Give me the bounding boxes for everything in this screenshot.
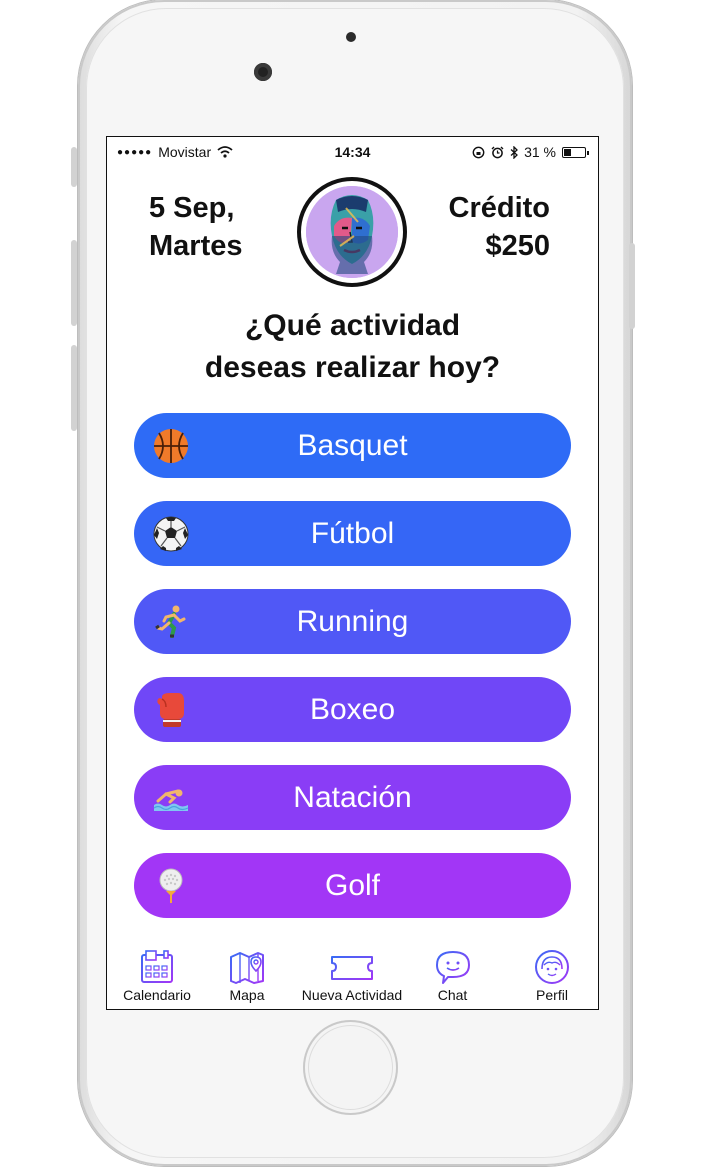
tab-calendario[interactable]: Calendario [117,949,197,1003]
avatar-portrait [306,186,398,278]
activity-button-running[interactable]: Running [134,589,571,654]
activity-label: Boxeo [309,692,396,726]
credit-amount: $250 [485,230,550,262]
tab-label: Mapa [229,987,265,1003]
basketball-icon [154,429,188,463]
tab-perfil[interactable]: Perfil [522,949,582,1003]
ticket-icon [331,956,373,980]
home-button[interactable] [303,1020,398,1115]
date-weekday: Martes [149,230,243,262]
credit-label: Crédito [448,192,551,224]
tab-chat[interactable]: Chat [425,949,480,1003]
activity-button-boxeo[interactable]: Boxeo [134,677,571,742]
activity-button-basquet[interactable]: Basquet [134,413,571,478]
activity-label: Running [296,604,409,638]
bluetooth-icon [510,145,519,159]
power-button [629,243,635,329]
tab-mapa[interactable]: Mapa [217,949,277,1003]
activity-button-natacion[interactable]: Natación [134,765,571,830]
battery-percent: 31 % [524,144,556,160]
date-day: 5 Sep, [149,192,235,224]
status-bar: ●●●●● Movistar 14:34 31 % [107,137,598,165]
app-screen: ●●●●● Movistar 14:34 31 % 5 Sep, Martes … [106,136,599,1010]
activity-label: Basquet [297,428,408,462]
question-line-1: ¿Qué actividad [244,309,461,342]
activity-question: ¿Qué actividad deseas realizar hoy? [107,305,598,389]
activity-label: Natación [293,780,412,814]
volume-up-button [71,240,77,326]
date-display: 5 Sep, Martes [149,189,243,265]
golf-ball-icon [159,868,183,903]
activity-label: Golf [324,868,381,902]
mute-switch [71,147,77,187]
rotation-lock-icon [472,146,485,158]
activity-list: Basquet Fútbol Running Boxeo Natación Go… [134,413,571,941]
chat-bubble-icon [435,951,470,984]
alarm-icon [491,146,504,158]
front-camera [254,63,272,81]
volume-down-button [71,345,77,431]
battery-icon [562,146,589,158]
map-icon [230,952,264,984]
boxing-glove-icon [157,693,184,727]
status-right: 31 % [472,144,589,160]
earpiece-dot [346,32,356,42]
tab-nueva-actividad[interactable]: Nueva Actividad [292,949,412,1003]
credit-display: Crédito $250 [449,189,551,265]
bottom-tab-bar: Calendario Mapa Nueva Actividad Chat Per… [107,943,598,1009]
swimmer-icon [153,789,189,811]
tab-label: Calendario [123,987,191,1003]
runner-icon [155,605,186,638]
question-line-2: deseas realizar hoy? [204,351,501,384]
user-avatar[interactable] [297,177,407,287]
activity-button-futbol[interactable]: Fútbol [134,501,571,566]
tab-label: Nueva Actividad [301,987,403,1003]
profile-face-icon [535,950,569,984]
header: 5 Sep, Martes Crédito $250 [107,177,598,287]
activity-button-golf[interactable]: Golf [134,853,571,918]
activity-label: Fútbol [310,516,395,550]
tab-label: Chat [437,987,468,1003]
tab-label: Perfil [536,987,568,1003]
soccer-ball-icon [153,516,189,552]
calendar-icon [141,950,173,983]
